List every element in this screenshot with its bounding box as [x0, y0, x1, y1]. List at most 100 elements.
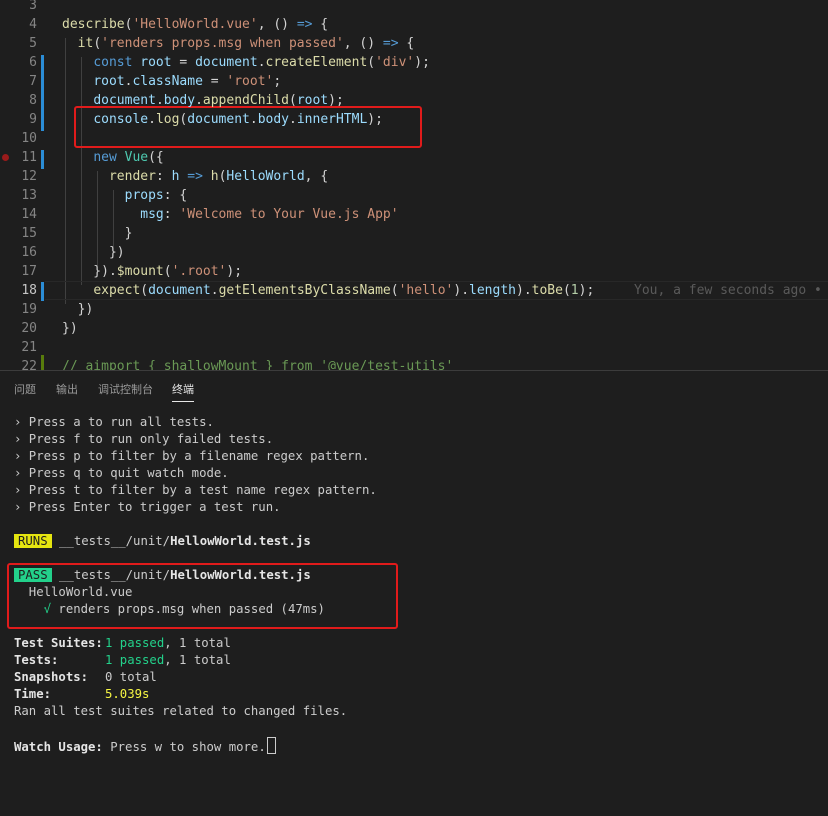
code-token: body [163, 93, 196, 108]
summary-rest: , 1 total [164, 636, 231, 650]
code-line[interactable]: 19 }) [0, 300, 828, 319]
breakpoint-icon[interactable] [2, 154, 9, 161]
code-token: root [296, 93, 329, 108]
line-number: 6 [29, 55, 37, 70]
code-token: . [249, 112, 258, 127]
code-line[interactable]: 11 new Vue({ [0, 148, 828, 167]
code-token: const [93, 55, 133, 70]
check-icon: √ [14, 602, 52, 616]
line-number: 7 [29, 74, 37, 89]
code-token: , () [343, 36, 383, 51]
runs-line: RUNS __tests__/unit/HellowWorld.test.js [14, 533, 311, 550]
line-number: 19 [21, 302, 37, 317]
code-token: root [93, 74, 125, 89]
code-line[interactable]: 9 console.log(document.body.innerHTML); [0, 110, 828, 129]
code-token: root [140, 55, 172, 70]
line-number: 17 [21, 264, 37, 279]
code-text: msg: 'Welcome to Your Vue.js App' [62, 205, 398, 224]
terminal-cursor [266, 737, 276, 754]
code-line[interactable]: 22 // aimport { shallowMount } from '@vue… [0, 357, 828, 370]
code-token: = [171, 55, 196, 70]
code-token: ); [226, 264, 243, 279]
code-text: new Vue({ [62, 148, 163, 167]
code-editor[interactable]: 3 4 describe('HelloWorld.vue', () => {5 it… [0, 0, 828, 370]
code-text: render: h => h(HelloWorld, { [62, 167, 328, 186]
test-dir: __tests__/unit/ [51, 568, 171, 582]
code-line[interactable]: 6 const root = document.createElement('d… [0, 53, 828, 72]
code-token: toBe [531, 283, 563, 298]
code-token: $mount [116, 264, 164, 279]
code-line[interactable]: 3 [0, 0, 828, 15]
code-token: ( [289, 93, 297, 108]
code-token: it [77, 36, 94, 51]
code-line[interactable]: 7 root.className = 'root'; [0, 72, 828, 91]
code-token: HelloWorld [226, 169, 305, 184]
summary-value: 1 passed [105, 653, 165, 667]
pass-badge: PASS [14, 568, 52, 582]
summary-time: Time: 5.039s [14, 686, 149, 703]
code-line[interactable]: 12 render: h => h(HelloWorld, { [0, 167, 828, 186]
watch-usage-label: Watch Usage: [14, 740, 103, 754]
code-text: // aimport { shallowMount } from '@vue/t… [62, 357, 453, 370]
code-line[interactable]: 14 msg: 'Welcome to Your Vue.js App' [0, 205, 828, 224]
runs-badge: RUNS [14, 534, 52, 548]
code-token: ). [453, 283, 470, 298]
code-token: . [210, 283, 219, 298]
code-line[interactable]: 17 }).$mount('.root'); [0, 262, 828, 281]
summary-snapshots: Snapshots: 0 total [14, 669, 157, 686]
code-line[interactable]: 15 } [0, 224, 828, 243]
code-line[interactable]: 13 props: { [0, 186, 828, 205]
code-token: : { [163, 188, 188, 203]
code-text: document.body.appendChild(root); [62, 91, 343, 110]
code-line[interactable]: 20}) [0, 319, 828, 338]
code-token: 1 [570, 283, 579, 298]
test-result-line: √ renders props.msg when passed (47ms) [14, 601, 325, 618]
code-line[interactable]: 4 describe('HelloWorld.vue', () => { [0, 15, 828, 34]
code-line[interactable]: 18 expect(document.getElementsByClassNam… [0, 281, 828, 300]
code-token: { [398, 36, 415, 51]
code-text: }) [62, 243, 125, 262]
code-line[interactable]: 10 [0, 129, 828, 148]
code-line[interactable]: 21 [0, 338, 828, 357]
terminal[interactable]: › Press a to run all tests. › Press f to… [0, 371, 828, 816]
code-line[interactable]: 5 it('renders props.msg when passed', ()… [0, 34, 828, 53]
terminal-usage-line: › Press t to filter by a test name regex… [14, 483, 377, 497]
code-line[interactable]: 16 }) [0, 243, 828, 262]
ran-all-line: Ran all test suites related to changed f… [14, 704, 348, 718]
code-token: getElementsByClassName [218, 283, 391, 298]
line-number: 10 [21, 131, 37, 146]
code-text: } [62, 224, 133, 243]
code-token: { [312, 17, 329, 32]
terminal-usage-line: › Press p to filter by a filename regex … [14, 449, 370, 463]
bottom-panel: 问题 输出 调试控制台 终端 › Press a to run all test… [0, 370, 828, 816]
test-result: renders props.msg when passed (47ms) [51, 602, 325, 616]
code-token: 'hello' [398, 283, 454, 298]
code-token: . [148, 112, 156, 127]
code-token: : [163, 207, 180, 222]
summary-value: 5.039s [105, 687, 150, 701]
code-token: props [124, 188, 164, 203]
code-token: ( [390, 283, 399, 298]
line-number: 12 [21, 169, 37, 184]
code-token: . [155, 93, 164, 108]
code-token: . [289, 112, 297, 127]
line-number: 15 [21, 226, 37, 241]
code-token: ); [367, 112, 383, 127]
code-token: expect [93, 283, 141, 298]
line-number: 4 [29, 17, 37, 32]
summary-label: Test Suites: [14, 636, 103, 650]
code-line[interactable]: 8 document.body.appendChild(root); [0, 91, 828, 110]
line-number: 18 [21, 283, 37, 298]
line-number: 8 [29, 93, 37, 108]
line-number: 9 [29, 112, 37, 127]
code-token: appendChild [202, 93, 289, 108]
code-token: body [257, 112, 290, 127]
